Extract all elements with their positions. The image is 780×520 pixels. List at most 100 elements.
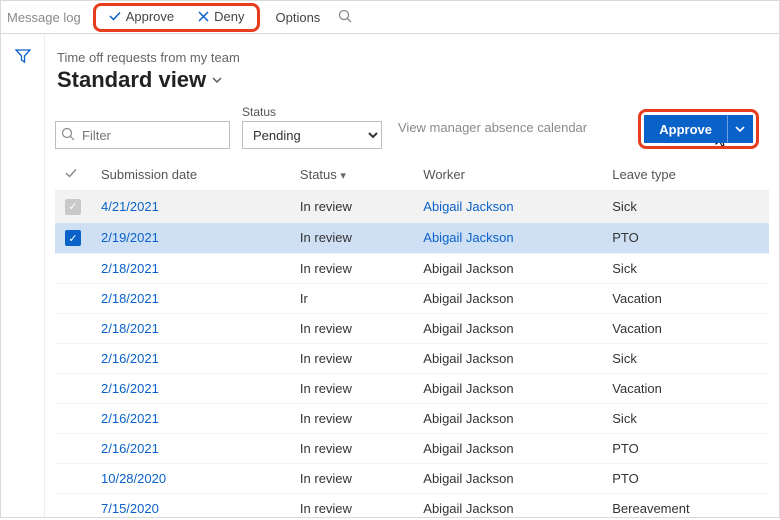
search-icon — [61, 127, 75, 144]
row-checkbox[interactable] — [55, 344, 91, 374]
cell-status: Ir — [290, 284, 413, 314]
check-icon: ✓ — [65, 230, 81, 246]
cell-leave-type: PTO — [602, 222, 769, 254]
cell-worker[interactable]: Abigail Jackson — [413, 222, 602, 254]
cell-submission-date[interactable]: 2/16/2021 — [91, 434, 290, 464]
cell-submission-date[interactable]: 2/16/2021 — [91, 404, 290, 434]
page-subheading: Time off requests from my team — [57, 50, 769, 65]
table-row[interactable]: ✓2/19/2021In reviewAbigail JacksonPTO — [55, 222, 769, 254]
cell-submission-date[interactable]: 10/28/2020 — [91, 464, 290, 494]
main-area: Time off requests from my team Standard … — [45, 34, 779, 517]
cell-submission-date[interactable]: 2/16/2021 — [91, 344, 290, 374]
filters-row: Status Pending View manager absence cale… — [55, 105, 769, 149]
table-row[interactable]: 7/15/2020In reviewAbigail JacksonBereave… — [55, 494, 769, 518]
table-row[interactable]: 2/16/2021In reviewAbigail JacksonPTO — [55, 434, 769, 464]
filter-input[interactable] — [55, 121, 230, 149]
cell-submission-date[interactable]: 2/18/2021 — [91, 254, 290, 284]
col-status[interactable]: Status ▾ — [290, 159, 413, 191]
options-action[interactable]: Options — [272, 8, 325, 27]
col-worker[interactable]: Worker — [413, 159, 602, 191]
approve-highlight: Approve — [638, 109, 759, 149]
x-icon — [196, 9, 210, 23]
cell-worker[interactable]: Abigail Jackson — [413, 374, 602, 404]
table-row[interactable]: ✓ 4/21/2021In reviewAbigail JacksonSick — [55, 191, 769, 223]
cell-worker[interactable]: Abigail Jackson — [413, 191, 602, 223]
deny-action-label: Deny — [214, 9, 244, 24]
approve-action[interactable]: Approve — [104, 7, 178, 26]
cell-leave-type: Bereavement — [602, 494, 769, 518]
cell-submission-date[interactable]: 4/21/2021 — [91, 191, 290, 223]
approve-button-cluster: Approve — [638, 109, 759, 149]
cell-worker[interactable]: Abigail Jackson — [413, 344, 602, 374]
row-checkbox[interactable] — [55, 494, 91, 518]
approve-action-label: Approve — [126, 9, 174, 24]
row-checkbox[interactable]: ✓ — [55, 191, 91, 223]
deny-action[interactable]: Deny — [192, 7, 248, 26]
row-checkbox[interactable] — [55, 404, 91, 434]
options-label: Options — [276, 10, 321, 25]
cell-submission-date[interactable]: 2/18/2021 — [91, 314, 290, 344]
cell-status: In review — [290, 254, 413, 284]
cell-leave-type: Sick — [602, 254, 769, 284]
cell-worker[interactable]: Abigail Jackson — [413, 404, 602, 434]
cell-status: In review — [290, 464, 413, 494]
chevron-down-icon — [735, 125, 745, 133]
funnel-icon: ▾ — [340, 170, 346, 182]
row-checkbox[interactable] — [55, 374, 91, 404]
table-row[interactable]: 2/18/2021IrAbigail JacksonVacation — [55, 284, 769, 314]
cell-worker[interactable]: Abigail Jackson — [413, 464, 602, 494]
status-label: Status — [242, 105, 382, 119]
status-select[interactable]: Pending — [242, 121, 382, 149]
message-log-label[interactable]: Message log — [7, 10, 81, 25]
table-row[interactable]: 10/28/2020In reviewAbigail JacksonPTO — [55, 464, 769, 494]
cell-submission-date[interactable]: 2/19/2021 — [91, 222, 290, 254]
cell-worker[interactable]: Abigail Jackson — [413, 494, 602, 518]
cell-worker[interactable]: Abigail Jackson — [413, 284, 602, 314]
cell-status: In review — [290, 434, 413, 464]
cell-status: In review — [290, 374, 413, 404]
row-checkbox[interactable] — [55, 314, 91, 344]
view-title-text: Standard view — [57, 67, 206, 93]
filter-icon[interactable] — [15, 48, 31, 517]
check-icon — [65, 167, 77, 179]
col-submission[interactable]: Submission date — [91, 159, 290, 191]
cell-worker[interactable]: Abigail Jackson — [413, 254, 602, 284]
table-row[interactable]: 2/16/2021In reviewAbigail JacksonSick — [55, 344, 769, 374]
col-leave[interactable]: Leave type — [602, 159, 769, 191]
left-rail — [1, 34, 45, 517]
cell-submission-date[interactable]: 2/18/2021 — [91, 284, 290, 314]
search-button[interactable] — [338, 9, 352, 26]
body: Time off requests from my team Standard … — [0, 34, 780, 518]
row-checkbox[interactable] — [55, 254, 91, 284]
select-all-header[interactable] — [55, 159, 91, 191]
cell-leave-type: PTO — [602, 464, 769, 494]
cell-submission-date[interactable]: 7/15/2020 — [91, 494, 290, 518]
cell-status: In review — [290, 344, 413, 374]
table-row[interactable]: 2/18/2021In reviewAbigail JacksonSick — [55, 254, 769, 284]
chevron-down-icon — [212, 73, 222, 87]
table-header-row: Submission date Status ▾ Worker Leave ty… — [55, 159, 769, 191]
row-checkbox[interactable] — [55, 434, 91, 464]
view-title[interactable]: Standard view — [57, 67, 769, 93]
check-icon: ✓ — [65, 199, 81, 215]
cell-status: In review — [290, 494, 413, 518]
approve-button[interactable]: Approve — [644, 115, 727, 143]
table-row[interactable]: 2/16/2021In reviewAbigail JacksonVacatio… — [55, 374, 769, 404]
cell-worker[interactable]: Abigail Jackson — [413, 434, 602, 464]
row-checkbox[interactable]: ✓ — [55, 222, 91, 254]
cell-worker[interactable]: Abigail Jackson — [413, 314, 602, 344]
row-checkbox[interactable] — [55, 284, 91, 314]
cell-leave-type: Vacation — [602, 314, 769, 344]
manager-calendar-link[interactable]: View manager absence calendar — [398, 120, 587, 135]
top-toolbar: Message log Approve Deny Options — [0, 0, 780, 34]
cell-submission-date[interactable]: 2/16/2021 — [91, 374, 290, 404]
cell-leave-type: Sick — [602, 344, 769, 374]
cell-status: In review — [290, 191, 413, 223]
approve-split-button[interactable] — [727, 115, 753, 143]
table-row[interactable]: 2/18/2021In reviewAbigail JacksonVacatio… — [55, 314, 769, 344]
table-row[interactable]: 2/16/2021In reviewAbigail JacksonSick — [55, 404, 769, 434]
cell-leave-type: Sick — [602, 191, 769, 223]
cell-leave-type: Vacation — [602, 284, 769, 314]
row-checkbox[interactable] — [55, 464, 91, 494]
requests-table: Submission date Status ▾ Worker Leave ty… — [55, 159, 769, 517]
